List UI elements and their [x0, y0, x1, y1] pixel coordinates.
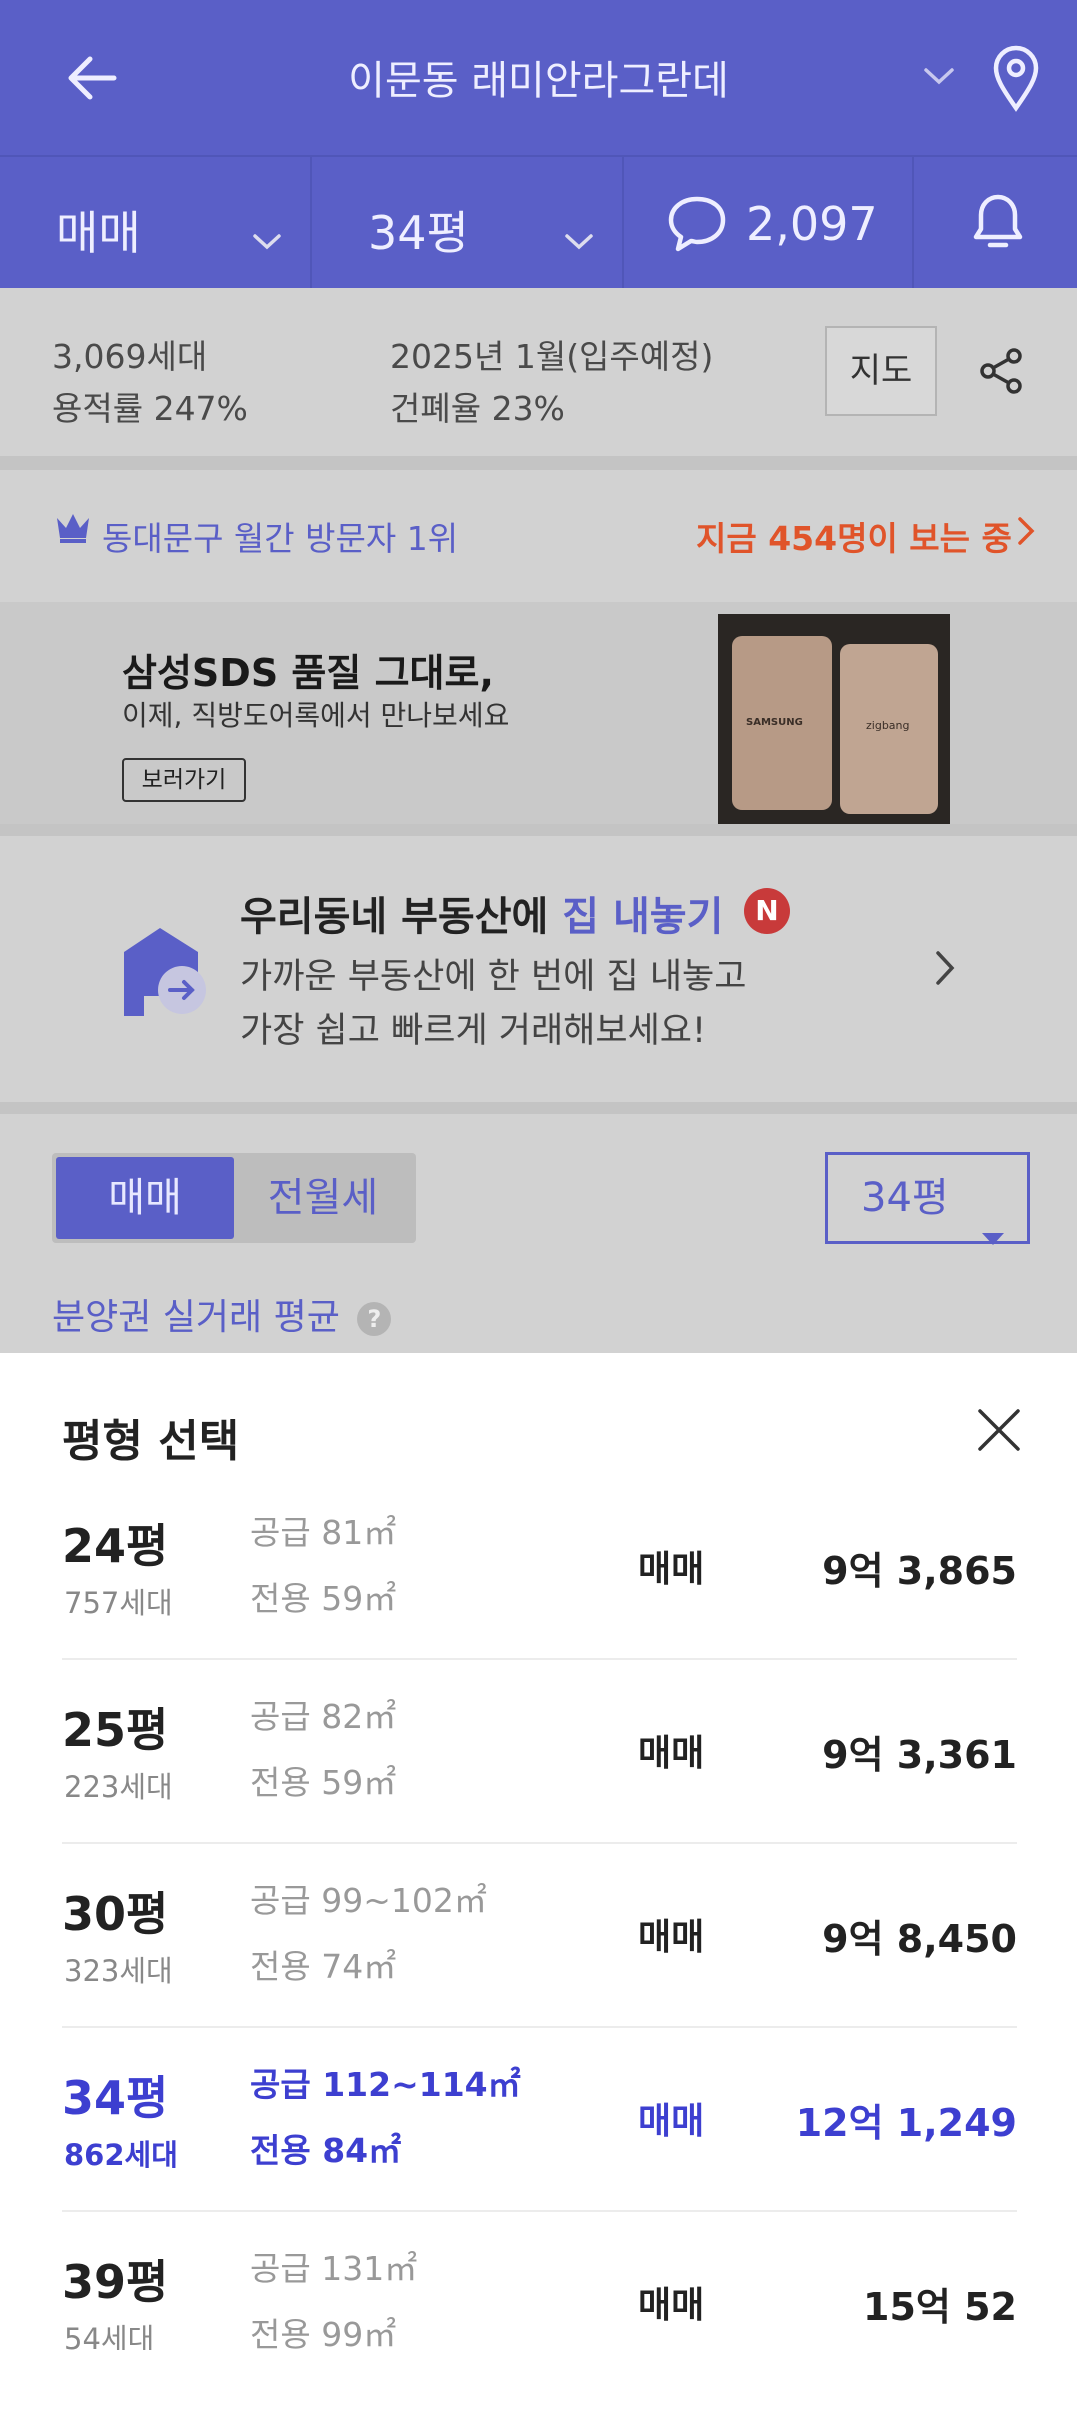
bell-icon — [970, 191, 1026, 266]
chevron-down-icon[interactable] — [922, 64, 956, 88]
exclusive-area: 전용 99㎡ — [250, 2315, 397, 2350]
sheet-title: 평형 선택 — [62, 1416, 240, 1467]
filter-bar: 매매 34평 2,097 — [0, 155, 1077, 290]
exclusive-area: 전용 59㎡ — [250, 1579, 397, 1618]
list-property-promo[interactable]: 우리동네 부동산에 집 내놓기 N 가까운 부동산에 한 번에 집 내놓고 가장… — [0, 836, 1077, 1102]
deal-type: 매매 — [638, 1733, 705, 1774]
household-count: 757세대 — [64, 1586, 173, 1620]
size-select-sheet: 평형 선택 24평 757세대 공급 81㎡ 전용 59㎡ 매매 9억 3,865 25평 2… — [0, 1353, 1077, 2411]
pyeong-label: 39평 — [62, 2255, 169, 2309]
notification-button[interactable] — [914, 157, 1077, 290]
chevron-down-icon — [252, 209, 282, 263]
comments-button[interactable]: 2,097 — [624, 157, 914, 290]
map-button[interactable]: 지도 — [825, 326, 937, 416]
household-count: 223세대 — [64, 1770, 173, 1804]
pyeong-label: 24평 — [62, 1519, 169, 1573]
brand-samsung: SAMSUNG — [746, 717, 803, 728]
new-badge: N — [744, 888, 790, 934]
household-count: 54세대 — [64, 2322, 155, 2350]
floor-area-ratio: 용적률 247% — [52, 389, 248, 428]
supply-area: 공급 99~102㎡ — [250, 1881, 487, 1920]
chevron-right-icon — [934, 950, 956, 990]
comment-count: 2,097 — [746, 197, 878, 251]
size-dropdown-label: 34평 — [861, 1175, 949, 1221]
supply-area: 공급 131㎡ — [250, 2249, 418, 2288]
ad-title: 삼성SDS 품질 그대로, — [122, 651, 494, 695]
deal-type: 매매 — [638, 1549, 705, 1590]
size-dropdown[interactable]: 34평 — [825, 1152, 1030, 1245]
divider — [0, 824, 1077, 836]
supply-area: 공급 81㎡ — [250, 1513, 397, 1552]
promo-title-prefix: 우리동네 부동산에 — [240, 894, 563, 940]
divider — [0, 1102, 1077, 1114]
pyeong-label: 34평 — [62, 2071, 169, 2125]
share-icon[interactable] — [976, 346, 1026, 396]
tab-rent[interactable]: 전월세 — [234, 1157, 412, 1239]
visitor-rank-banner[interactable]: 동대문구 월간 방문자 1위 지금 454명이 보는 중 — [0, 470, 1077, 600]
pyeong-label: 30평 — [62, 1887, 169, 1941]
pyeong-label: 25평 — [62, 1703, 169, 1757]
help-icon[interactable]: ? — [357, 1302, 392, 1336]
exclusive-area: 전용 74㎡ — [250, 1947, 397, 1986]
brand-zigbang: zigbang — [866, 719, 910, 732]
promo-line-2: 가장 쉽고 빠르게 거래해보세요! — [240, 1011, 707, 1051]
page-title[interactable]: 이문동 래미안라그란데 — [0, 48, 1077, 106]
divider — [0, 456, 1077, 470]
live-viewers: 지금 454명이 보는 중 — [696, 519, 1012, 558]
deal-type-label: 매매 — [56, 206, 141, 260]
price: 9억 3,361 — [822, 1733, 1017, 1777]
ad-banner[interactable]: 삼성SDS 품질 그대로, 이제, 직방도어록에서 만나보세요 보러가기 SAM… — [0, 602, 1077, 824]
household-count: 862세대 — [64, 2138, 178, 2172]
price: 9억 3,865 — [822, 1549, 1017, 1593]
deal-type: 매매 — [638, 2285, 705, 2326]
households: 3,069세대 — [52, 337, 208, 376]
doorlock-image: SAMSUNG zigbang — [718, 614, 950, 824]
speech-bubble-icon — [666, 193, 728, 264]
price: 15억 52 — [863, 2285, 1017, 2329]
size-option-row[interactable]: 30평 323세대 공급 99~102㎡ 전용 74㎡ 매매 9억 8,450 — [62, 1844, 1017, 2028]
chevron-right-icon — [1016, 516, 1036, 550]
close-icon[interactable] — [974, 1405, 1024, 1455]
rank-text: 동대문구 월간 방문자 1위 — [102, 519, 459, 558]
price: 12억 1,249 — [795, 2101, 1017, 2145]
size-option-row[interactable]: 25평 223세대 공급 82㎡ 전용 59㎡ 매매 9억 3,361 — [62, 1660, 1017, 1844]
avg-price-label-text: 분양권 실거래 평균 — [52, 1297, 340, 1338]
house-arrow-icon — [120, 922, 208, 1022]
exclusive-area: 전용 84㎡ — [250, 2131, 402, 2170]
supply-area: 공급 82㎡ — [250, 1697, 397, 1736]
top-bar: 이문동 래미안라그란데 — [0, 0, 1077, 155]
price: 9억 8,450 — [822, 1917, 1017, 1961]
supply-area: 공급 112~114㎡ — [250, 2065, 521, 2104]
ad-subtitle: 이제, 직방도어록에서 만나보세요 — [122, 699, 510, 732]
ad-cta-button[interactable]: 보러가기 — [122, 758, 246, 802]
deal-type: 매매 — [638, 1917, 705, 1958]
coverage-ratio: 건폐율 23% — [390, 389, 565, 428]
location-pin-icon[interactable] — [988, 44, 1044, 112]
move-in-date: 2025년 1월(입주예정) — [390, 337, 714, 376]
promo-title-highlight: 집 내놓기 — [562, 894, 724, 940]
promo-title: 우리동네 부동산에 집 내놓기 — [240, 884, 723, 942]
size-option-row[interactable]: 24평 757세대 공급 81㎡ 전용 59㎡ 매매 9억 3,865 — [62, 1476, 1017, 1660]
size-label: 34평 — [368, 206, 469, 260]
tab-sale[interactable]: 매매 — [56, 1157, 234, 1239]
promo-line-1: 가까운 부동산에 한 번에 집 내놓고 — [240, 957, 747, 997]
chevron-down-icon — [564, 209, 594, 263]
crown-icon — [54, 512, 92, 548]
deal-type: 매매 — [638, 2101, 705, 2142]
household-count: 323세대 — [64, 1954, 173, 1988]
avg-price-label: 분양권 실거래 평균 ? — [52, 1288, 392, 1340]
deal-type-filter[interactable]: 매매 — [0, 157, 312, 290]
size-filter[interactable]: 34평 — [312, 157, 624, 290]
size-option-row[interactable]: 39평 54세대 공급 131㎡ 전용 99㎡ 매매 15억 52 — [62, 2212, 1017, 2350]
caret-down-icon — [980, 1191, 1006, 1277]
exclusive-area: 전용 59㎡ — [250, 1763, 397, 1802]
size-option-row[interactable]: 34평 862세대 공급 112~114㎡ 전용 84㎡ 매매 12억 1,249 — [62, 2028, 1017, 2212]
